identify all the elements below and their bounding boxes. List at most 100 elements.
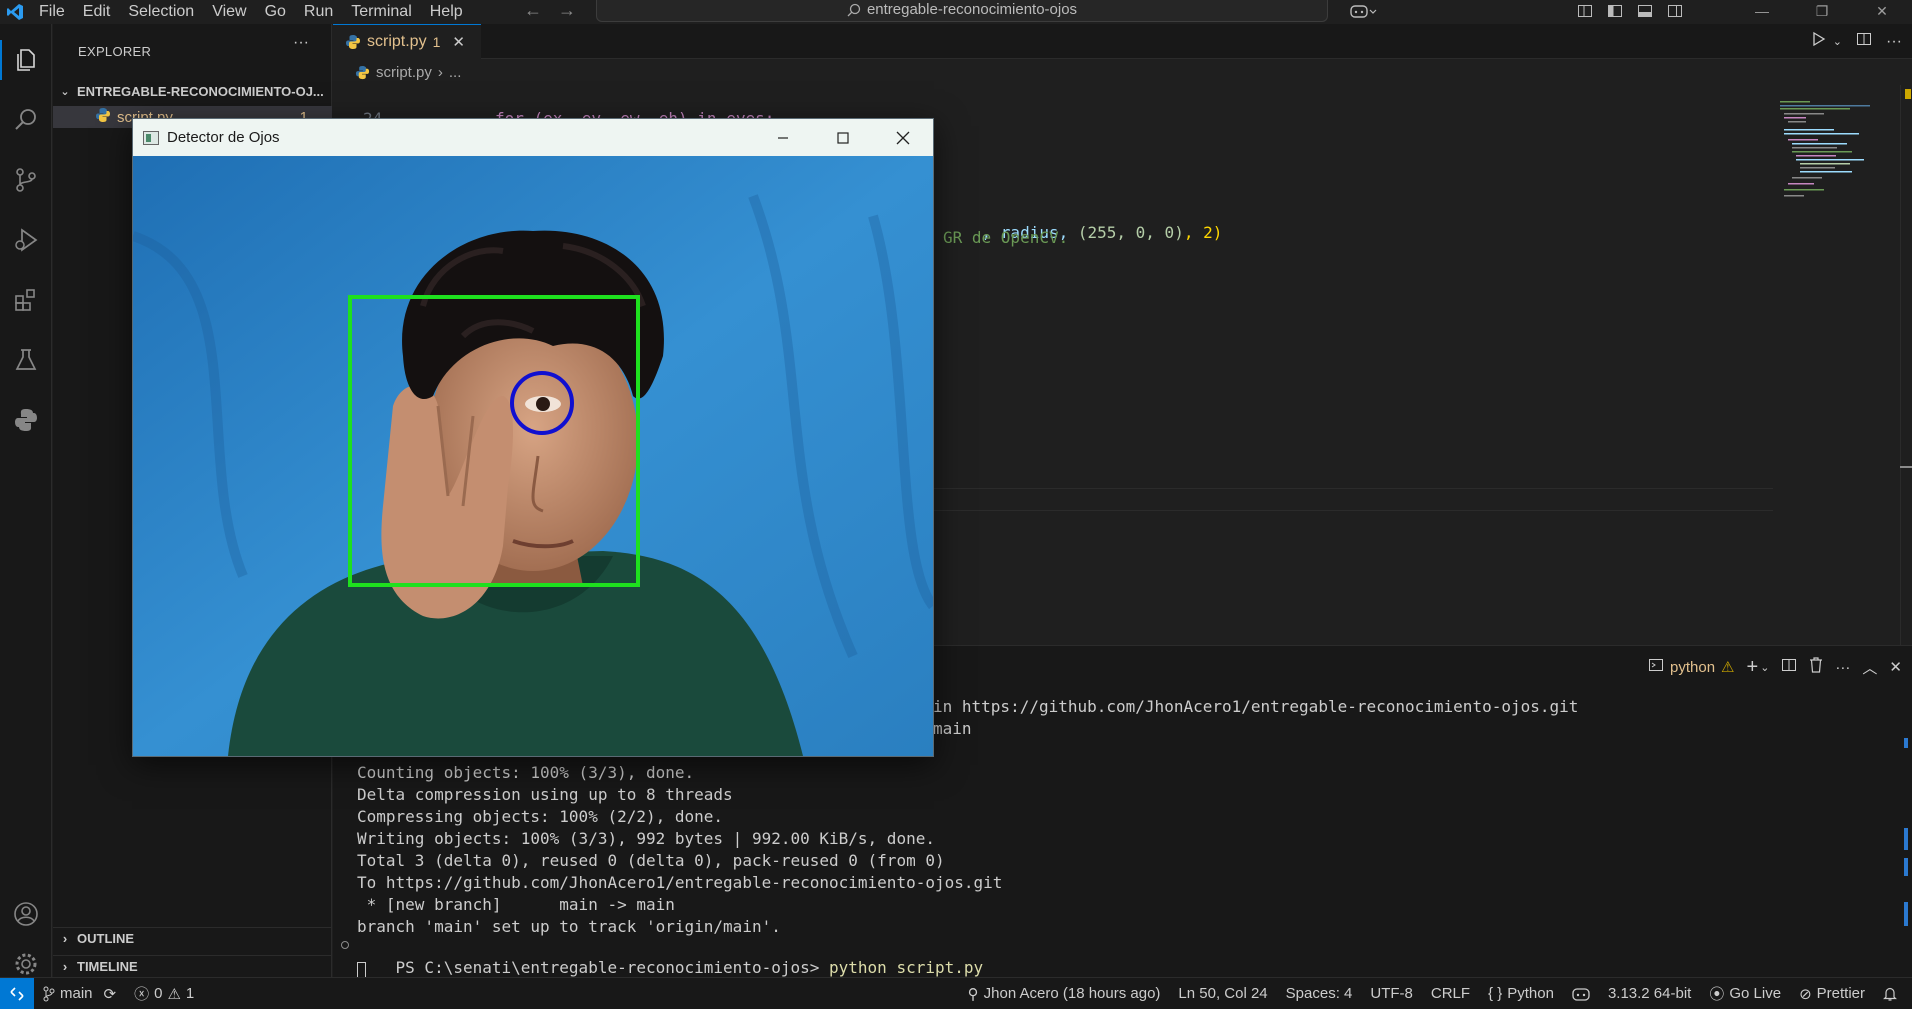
split-terminal-icon[interactable] (1781, 657, 1797, 677)
terminal-line: Delta compression using up to 8 threads (357, 785, 733, 804)
sync-icon[interactable]: ⟳ (104, 985, 117, 1003)
menu-file[interactable]: File (30, 1, 74, 23)
encoding[interactable]: UTF-8 (1361, 985, 1422, 1002)
more-actions-icon[interactable]: ··· (1886, 33, 1902, 51)
run-python-file-icon[interactable] (1811, 31, 1827, 52)
folder-header[interactable]: ⌄ ENTREGABLE-RECONOCIMIENTO-OJ... (53, 80, 332, 102)
notifications-bell-icon[interactable] (1874, 986, 1906, 1002)
menu-selection[interactable]: Selection (119, 1, 203, 23)
copilot-status-icon[interactable] (1563, 987, 1599, 1001)
minimize-icon[interactable] (753, 119, 813, 156)
scrollbar-warning-marker (1905, 89, 1911, 99)
tab-problem-badge: 1 (432, 34, 441, 50)
split-editor-icon[interactable] (1856, 31, 1872, 52)
breadcrumb-symbol[interactable]: ... (449, 64, 462, 81)
navigation-arrows: ← → (524, 0, 576, 20)
go-live-button[interactable]: ⦿ Go Live (1700, 983, 1790, 1004)
extensions-icon[interactable] (0, 276, 52, 324)
problems-indicator[interactable]: ⓧ 0 ⚠ 1 (125, 983, 203, 1004)
title-right-actions (1340, 0, 1690, 22)
customize-layout-icon[interactable] (1570, 0, 1600, 22)
terminal-profile[interactable]: python (1670, 659, 1715, 676)
python-interpreter[interactable]: 3.13.2 64-bit (1599, 985, 1700, 1002)
warning-icon: ⚠ (167, 985, 181, 1003)
source-control-icon[interactable] (0, 156, 52, 204)
close-icon[interactable]: ✕ (1852, 0, 1912, 22)
breadcrumb-file[interactable]: script.py (376, 64, 432, 81)
tab-script-py[interactable]: script.py 1 ✕ (333, 24, 481, 59)
status-bar: main ⟳ ⓧ 0 ⚠ 1 ⚲ Jhon Acero (18 hours ag… (0, 977, 1912, 1009)
run-debug-icon[interactable] (0, 216, 52, 264)
forward-arrow-icon[interactable]: → (558, 0, 576, 20)
chevron-down-icon: ⌄ (60, 85, 70, 98)
window-app-icon (143, 130, 159, 145)
minimize-icon[interactable]: — (1732, 0, 1792, 22)
more-actions-icon[interactable]: ··· (293, 34, 309, 52)
branch-indicator[interactable]: main ⟳ (34, 985, 125, 1003)
close-panel-icon[interactable]: ✕ (1889, 658, 1902, 676)
braces-icon: { } (1488, 985, 1503, 1002)
git-blame[interactable]: ⚲ Jhon Acero (18 hours ago) (959, 985, 1170, 1003)
scrollbar-marker (1904, 828, 1908, 850)
maximize-icon[interactable] (813, 119, 873, 156)
maximize-panel-icon[interactable]: ︿ (1862, 657, 1877, 678)
terminal-line: * [new branch] main -> main (357, 895, 675, 914)
copilot-icon[interactable] (1340, 0, 1386, 22)
scrollbar-marker (1904, 858, 1908, 876)
back-arrow-icon[interactable]: ← (524, 0, 542, 20)
detector-titlebar[interactable]: Detector de Ojos (133, 119, 933, 156)
command-decoration-icon[interactable] (341, 941, 349, 949)
toggle-secondary-sidebar-icon[interactable] (1660, 0, 1690, 22)
python-icon[interactable] (0, 396, 52, 444)
scrollbar-marker (1904, 902, 1908, 926)
menu-go[interactable]: Go (256, 1, 295, 23)
menu-terminal[interactable]: Terminal (342, 1, 420, 23)
tab-close-icon[interactable]: ✕ (452, 33, 465, 51)
menu-help[interactable]: Help (421, 1, 472, 23)
warning-count: 1 (185, 985, 195, 1002)
editor-divider (933, 510, 1773, 511)
restore-icon[interactable]: ❐ (1792, 0, 1852, 22)
chevron-down-icon[interactable]: ⌄ (1833, 35, 1842, 48)
menu-view[interactable]: View (203, 1, 255, 23)
git-branch-icon (43, 986, 55, 1001)
menu-run[interactable]: Run (295, 1, 342, 23)
language-name: Python (1507, 985, 1554, 1002)
more-actions-icon[interactable]: ··· (1835, 659, 1850, 676)
terminal-scrollbar[interactable] (1900, 686, 1912, 978)
warning-icon: ⚠ (1721, 659, 1735, 676)
tab-label: script.py (367, 33, 427, 50)
search-icon[interactable] (0, 96, 52, 144)
testing-icon[interactable] (0, 336, 52, 384)
error-icon: ⓧ (134, 986, 150, 1003)
prettier-button[interactable]: ⊘ Prettier (1790, 985, 1874, 1003)
cursor-position[interactable]: Ln 50, Col 24 (1169, 985, 1276, 1002)
line-endings[interactable]: CRLF (1422, 985, 1479, 1002)
toggle-panel-icon[interactable] (1630, 0, 1660, 22)
close-icon[interactable] (873, 119, 933, 156)
prettier-label: Prettier (1816, 985, 1865, 1002)
minimap[interactable] (1780, 99, 1900, 209)
breadcrumb: script.py › ... (333, 59, 1912, 85)
trash-icon[interactable] (1809, 657, 1823, 677)
timeline-section[interactable]: › TIMELINE (53, 955, 332, 977)
activity-bar (0, 24, 52, 977)
files-icon[interactable] (0, 36, 52, 84)
command-center[interactable]: entregable-reconocimiento-ojos (596, 0, 1328, 22)
python-file-icon (95, 107, 117, 127)
new-terminal-icon[interactable]: + (1747, 656, 1759, 679)
breadcrumb-separator: › (437, 63, 443, 81)
editor-scrollbar[interactable] (1900, 85, 1912, 645)
menu-edit[interactable]: Edit (74, 1, 120, 23)
detector-window[interactable]: Detector de Ojos (132, 118, 934, 757)
chevron-down-icon[interactable]: ⌄ (1760, 661, 1769, 674)
language-mode[interactable]: { } Python (1479, 985, 1563, 1002)
toggle-sidebar-icon[interactable] (1600, 0, 1630, 22)
outline-section[interactable]: › OUTLINE (53, 927, 332, 949)
command-center-text: entregable-reconocimiento-ojos (866, 1, 1078, 18)
indentation[interactable]: Spaces: 4 (1277, 985, 1362, 1002)
remote-indicator-icon[interactable] (0, 977, 34, 1009)
title-bar: File Edit Selection View Go Run Terminal… (0, 0, 1912, 24)
account-icon[interactable] (0, 890, 52, 938)
python-file-icon (355, 65, 370, 79)
